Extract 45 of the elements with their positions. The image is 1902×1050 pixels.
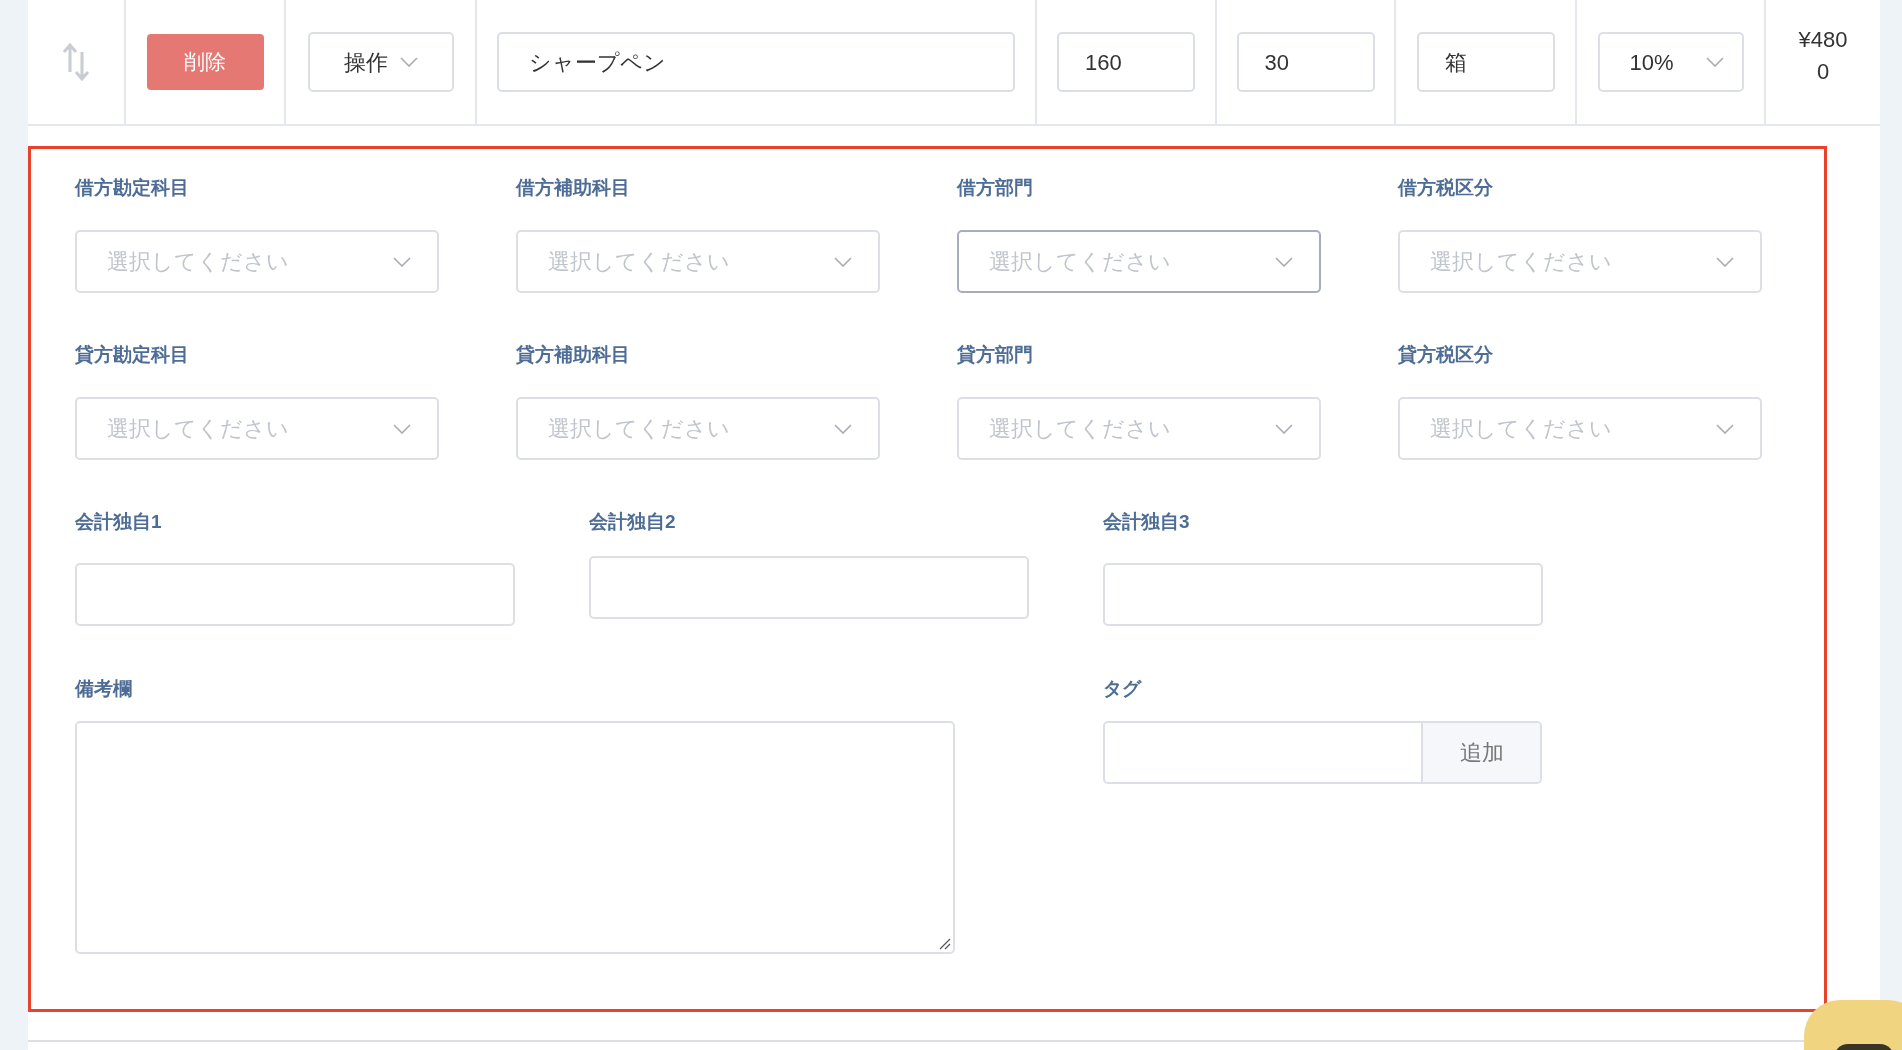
chevron-down-icon bbox=[1275, 423, 1293, 434]
field-label: 借方税区分 bbox=[1398, 176, 1494, 200]
field-label: 借方補助科目 bbox=[516, 176, 631, 200]
field-label: 貸方税区分 bbox=[1398, 343, 1494, 367]
field-label: 会計独自3 bbox=[1103, 510, 1191, 534]
input-field[interactable] bbox=[589, 556, 1029, 619]
chevron-down-icon bbox=[1716, 256, 1734, 267]
chevron-down-icon bbox=[1705, 57, 1724, 67]
select-field[interactable]: 選択してください bbox=[75, 230, 439, 293]
chevron-down-icon bbox=[834, 423, 852, 434]
chevron-down-icon bbox=[1275, 256, 1293, 267]
input-field[interactable]: 箱 bbox=[1416, 32, 1555, 92]
delete-button[interactable]: 削除 bbox=[146, 34, 264, 90]
chat-button[interactable] bbox=[1804, 1000, 1902, 1050]
chevron-down-icon bbox=[834, 256, 852, 267]
select-field[interactable]: 選択してください bbox=[957, 397, 1321, 460]
input-field[interactable]: 160 bbox=[1057, 32, 1195, 92]
input-field[interactable]: シャープペン bbox=[497, 32, 1015, 92]
amount-text: ¥4800 bbox=[1797, 26, 1849, 86]
field-label: 会計独自1 bbox=[75, 510, 163, 534]
field-label: 借方部門 bbox=[957, 176, 1034, 200]
select-field[interactable]: 選択してください bbox=[1398, 230, 1762, 293]
select-field[interactable]: 選択してください bbox=[1398, 397, 1762, 460]
field-label: 借方勘定科目 bbox=[75, 176, 190, 200]
select-field[interactable]: 選択してください bbox=[75, 397, 439, 460]
select-field[interactable]: 選択してください bbox=[516, 230, 880, 293]
input-field[interactable] bbox=[75, 563, 515, 626]
select-field[interactable]: 選択してください bbox=[957, 230, 1321, 293]
input-field[interactable] bbox=[1103, 563, 1543, 626]
field-label: 貸方補助科目 bbox=[516, 343, 631, 367]
field-label: 備考欄 bbox=[75, 677, 133, 701]
chevron-down-icon bbox=[393, 256, 411, 267]
sort-arrows-icon[interactable] bbox=[62, 42, 90, 82]
field-label: 貸方部門 bbox=[957, 343, 1034, 367]
select-field[interactable]: 選択してください bbox=[516, 397, 880, 460]
field-label: 会計独自2 bbox=[589, 510, 677, 534]
chevron-down-icon bbox=[1716, 423, 1734, 434]
input-field[interactable]: 30 bbox=[1236, 32, 1375, 92]
actions-dropdown[interactable]: 操作 bbox=[307, 32, 454, 92]
chevron-down-icon bbox=[399, 57, 418, 67]
field-label: 貸方勘定科目 bbox=[75, 343, 190, 367]
resize-handle-icon[interactable] bbox=[939, 938, 951, 950]
chevron-down-icon bbox=[393, 423, 411, 434]
field-label: タグ bbox=[1103, 677, 1143, 701]
tax-rate-select[interactable]: 10% bbox=[1597, 32, 1744, 92]
